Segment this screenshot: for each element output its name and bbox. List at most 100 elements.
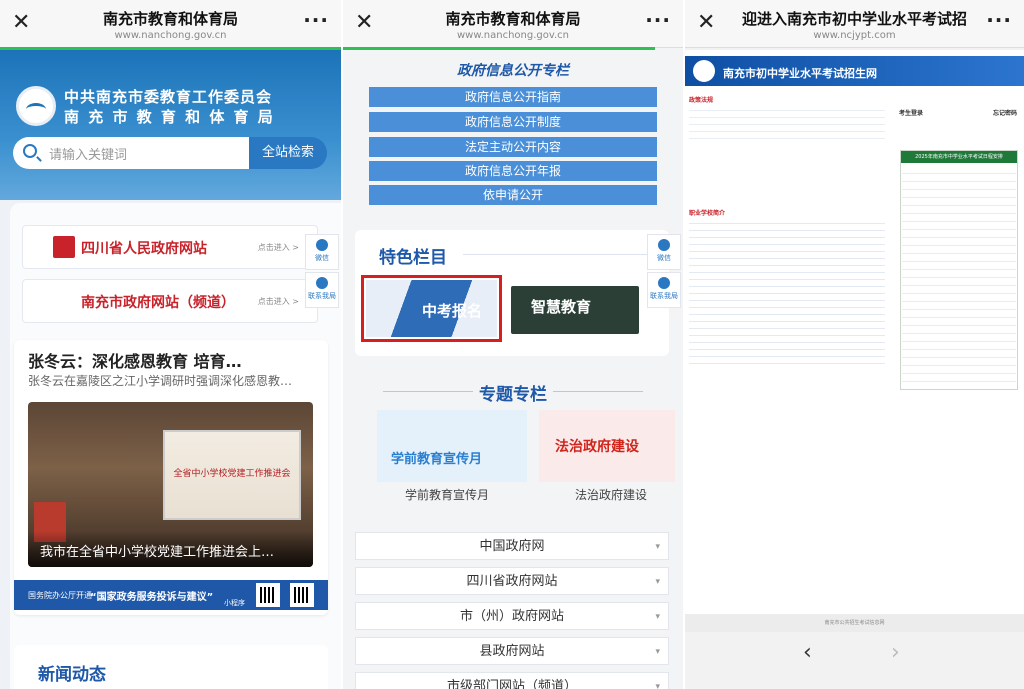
schedule-rows: [902, 166, 1016, 388]
topic-banner-text: 学前教育宣传月: [391, 452, 483, 467]
close-icon[interactable]: ✕: [697, 10, 715, 36]
exam-registration-tile[interactable]: 中考报名: [361, 275, 502, 342]
search-input[interactable]: 请输入关键词: [13, 137, 249, 169]
wechat-button[interactable]: 微信: [647, 234, 681, 270]
projection-screen: 全省中小学校党建工作推进会: [163, 430, 301, 520]
page-title: 迎进入南充市初中学业水平考试招: [741, 10, 967, 28]
org-name-2: 南 充 市 教 育 和 体 育 局: [64, 108, 275, 126]
schedule-title: 2025年南充市中学业水平考试日程安排: [901, 151, 1017, 163]
qr-code-icon: [290, 583, 314, 607]
select-gov-site[interactable]: 四川省政府网站 ▾: [355, 567, 669, 595]
chevron-down-icon: ▾: [655, 542, 660, 552]
more-icon[interactable]: ···: [986, 8, 1012, 32]
select-gov-site[interactable]: 县政府网站 ▾: [355, 637, 669, 665]
browser-bar: ✕ 南充市教育和体育局 www.nanchong.gov.cn ···: [0, 0, 341, 48]
photo-caption: 我市在全省中小学校党建工作推进会上…: [28, 531, 313, 567]
screen-text: 全省中小学校党建工作推进会: [173, 469, 291, 479]
school-heading: 职业学校简介: [689, 210, 726, 217]
qr-code-icon: [256, 583, 280, 607]
ad-small-text: 国务院办公厅开通: [28, 591, 92, 600]
chevron-down-icon: ▾: [655, 647, 660, 657]
wechat-label: 微信: [315, 254, 329, 262]
wechat-icon: [658, 239, 670, 251]
login-link[interactable]: 考生登录: [899, 108, 923, 117]
page-url: www.ncjypt.com: [813, 30, 896, 41]
emblem-logo: [16, 86, 56, 126]
smart-education-tile[interactable]: 智慧教育: [511, 286, 639, 334]
chevron-down-icon: ▾: [655, 682, 660, 689]
forgot-password-link[interactable]: 忘记密码: [993, 108, 1017, 117]
topic-banner-text: 法治政府建设: [555, 439, 639, 455]
browser-bar: ✕ 迎进入南充市初中学业水平考试招 www.ncjypt.com ···: [685, 0, 1024, 48]
wechat-icon: [316, 239, 328, 251]
news-summary: 张冬云在嘉陵区之江小学调研时强调深化感恩教…: [28, 374, 293, 388]
school-list[interactable]: [689, 217, 885, 367]
contact-label: 联系我局: [308, 292, 336, 300]
link-label: 四川省人民政府网站: [81, 241, 207, 257]
chevron-down-icon: ▾: [655, 612, 660, 622]
notice-list[interactable]: [689, 104, 885, 144]
link-sichuan-gov[interactable]: 四川省人民政府网站 点击进入 >: [22, 225, 318, 269]
select-gov-site[interactable]: 市（州）政府网站 ▾: [355, 602, 669, 630]
section-title: 政府信息公开专栏: [457, 63, 569, 79]
page-title: 南充市教育和体育局: [445, 10, 581, 28]
topic-label[interactable]: 法治政府建设: [575, 486, 647, 503]
ad-mini-text: 小程序: [224, 599, 245, 607]
info-button[interactable]: 政府信息公开年报: [369, 161, 657, 181]
search-placeholder: 请输入关键词: [49, 148, 128, 163]
footer-text: 南充市公共招生考试信息网: [824, 620, 885, 626]
phone-icon: [316, 277, 328, 289]
back-icon[interactable]: ‹: [803, 640, 812, 665]
site-banner-text: 南充市初中学业水平考试招生网: [723, 67, 877, 80]
contact-label: 联系我局: [650, 292, 678, 300]
topic-preschool-banner[interactable]: 学前教育宣传月: [377, 410, 527, 482]
screen-2: ✕ 南充市教育和体育局 www.nanchong.gov.cn ··· 政府信息…: [343, 0, 683, 689]
contact-button[interactable]: 联系我局: [305, 272, 339, 308]
feature-title: 特色栏目: [379, 248, 447, 268]
info-button[interactable]: 依申请公开: [369, 185, 657, 205]
load-progress: [343, 47, 655, 50]
page-url: www.nanchong.gov.cn: [114, 30, 227, 41]
topic-title: 专题专栏: [479, 385, 547, 405]
forward-icon[interactable]: ›: [891, 640, 900, 665]
more-icon[interactable]: ···: [303, 8, 329, 32]
link-go: 点击进入 >: [257, 297, 299, 306]
close-icon[interactable]: ✕: [355, 10, 373, 36]
site-banner: 南充市初中学业水平考试招生网: [685, 56, 1024, 86]
contact-button[interactable]: 联系我局: [647, 272, 681, 308]
search-icon: [23, 144, 37, 158]
ad-main-text: “国家政务服务投诉与建议”: [90, 592, 214, 603]
screen-3: ✕ 迎进入南充市初中学业水平考试招 www.ncjypt.com ··· 南充市…: [685, 0, 1024, 689]
close-icon[interactable]: ✕: [12, 10, 30, 36]
site-logo: [693, 60, 715, 82]
topic-label[interactable]: 学前教育宣传月: [405, 486, 489, 503]
browser-bar: ✕ 南充市教育和体育局 www.nanchong.gov.cn ···: [343, 0, 683, 48]
browser-nav: [685, 632, 1024, 689]
search-button[interactable]: 全站检索: [249, 137, 327, 169]
news-photo[interactable]: 全省中小学校党建工作推进会 我市在全省中小学校党建工作推进会上…: [28, 402, 313, 567]
chevron-down-icon: ▾: [655, 577, 660, 587]
select-gov-site[interactable]: 中国政府网 ▾: [355, 532, 669, 560]
news-headline[interactable]: 张冬云：深化感恩教育 培育…: [28, 348, 242, 372]
wisdom-label: 智慧教育: [531, 298, 592, 316]
phone-icon: [658, 277, 670, 289]
wechat-button[interactable]: 微信: [305, 234, 339, 270]
screen-1: ✕ 南充市教育和体育局 www.nanchong.gov.cn ··· 中共南充…: [0, 0, 341, 689]
info-button[interactable]: 政府信息公开指南: [369, 87, 657, 107]
page-title: 南充市教育和体育局: [102, 10, 238, 28]
info-button[interactable]: 政府信息公开制度: [369, 112, 657, 132]
seal-icon: [53, 236, 75, 258]
select-gov-site[interactable]: 市级部门网站（频道） ▾: [355, 672, 669, 689]
link-label: 南充市政府网站（频道）: [81, 295, 235, 311]
link-go: 点击进入 >: [257, 243, 299, 252]
topic-law-banner[interactable]: 法治政府建设: [539, 410, 675, 482]
divider: [463, 254, 657, 255]
info-button[interactable]: 法定主动公开内容: [369, 137, 657, 157]
org-name-1: 中共南充市委教育工作委员会: [64, 88, 273, 106]
news-section-title: 新闻动态: [38, 665, 106, 685]
site-footer: 南充市公共招生考试信息网: [685, 614, 1024, 632]
more-icon[interactable]: ···: [645, 8, 671, 32]
link-nanchong-gov[interactable]: 南充市政府网站（频道） 点击进入 >: [22, 279, 318, 323]
wechat-label: 微信: [657, 254, 671, 262]
page-url: www.nanchong.gov.cn: [456, 30, 570, 41]
